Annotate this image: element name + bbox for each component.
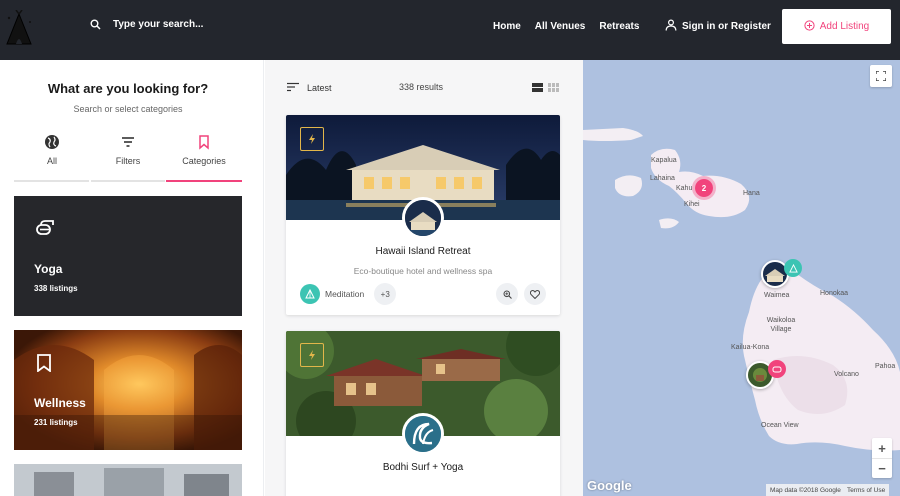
zoom-in-button[interactable]: +	[872, 438, 892, 458]
user-icon	[665, 19, 677, 34]
tab-filters[interactable]: Filters	[90, 132, 166, 182]
fullscreen-icon	[876, 71, 886, 81]
logo[interactable]	[4, 9, 34, 46]
map-label-honokaa: Honokaa	[820, 290, 849, 297]
map-label-kapalua: Kapalua	[651, 157, 677, 164]
heart-icon[interactable]	[524, 283, 546, 305]
map-panel[interactable]: Kapalua Lahaina Kahu Kihei Hana Waimea H…	[583, 60, 900, 496]
results-count: 338 results	[399, 82, 444, 92]
category-count: 231 listings	[34, 418, 78, 427]
plus-circle-icon	[804, 19, 815, 34]
listing-footer: Meditation +3	[300, 283, 546, 305]
category-card-partial[interactable]	[14, 464, 242, 496]
map-label-volcano: Volcano	[834, 371, 859, 378]
fullscreen-button[interactable]	[870, 65, 892, 87]
tab-all[interactable]: All	[14, 132, 90, 182]
listing-toolbar: Latest 338 results	[265, 78, 583, 98]
bookmark-icon	[36, 354, 52, 377]
grid-view-icon[interactable]	[548, 83, 559, 94]
nav-retreats[interactable]: Retreats	[599, 21, 639, 32]
map-label-lahaina: Lahaina	[650, 175, 675, 182]
yoga-mat-icon	[768, 360, 786, 378]
map-label-kahu: Kahu	[676, 185, 693, 192]
zoom-out-button[interactable]: −	[872, 458, 892, 478]
top-header: Home All Venues Retreats Sign in or Regi…	[0, 0, 900, 60]
signin-link[interactable]: Sign in or Register	[665, 19, 771, 34]
add-listing-button[interactable]: Add Listing	[782, 9, 891, 44]
view-toggle	[532, 83, 559, 94]
sort-icon	[287, 82, 299, 94]
tab-active-underline	[166, 180, 242, 182]
zoom-controls: + −	[872, 438, 892, 478]
listing-avatar	[402, 413, 444, 455]
tab-underline	[14, 180, 89, 182]
tab-filters-label: Filters	[115, 156, 141, 166]
tab-all-label: All	[46, 156, 57, 166]
search-input[interactable]	[113, 19, 313, 30]
filter-icon	[90, 134, 166, 150]
category-name: Wellness	[34, 396, 86, 410]
meditation-icon	[784, 259, 802, 277]
nav-all-venues[interactable]: All Venues	[535, 21, 586, 32]
header-search	[90, 19, 313, 30]
category-count: 338 listings	[34, 284, 78, 293]
tab-underline	[91, 180, 165, 182]
category-name: Yoga	[34, 262, 63, 276]
map-label-waikoloa: Waikoloa Village	[766, 317, 796, 333]
map-label-kihei: Kihei	[684, 201, 700, 208]
map-label-kailua-kona: Kailua-Kona	[731, 344, 770, 351]
sort-label: Latest	[307, 83, 332, 93]
panel-tabs: All Filters Categories	[14, 132, 242, 182]
featured-badge-icon	[300, 343, 324, 367]
bookmark-icon	[166, 134, 242, 150]
sort-dropdown[interactable]: Latest	[287, 82, 332, 94]
category-card-wellness[interactable]: Wellness 231 listings	[14, 330, 242, 450]
listing-description: Eco-boutique hotel and wellness spa	[353, 266, 493, 276]
panel-title: What are you looking for?	[47, 81, 209, 96]
wellness-background-image	[14, 330, 242, 450]
listing-tag[interactable]: Meditation	[325, 289, 364, 299]
add-listing-label: Add Listing	[819, 21, 870, 32]
map-attribution: Map data ©2018 Google Terms of Use	[766, 484, 890, 496]
listing-title[interactable]: Bodhi Surf + Yoga	[286, 462, 560, 473]
nav-home[interactable]: Home	[493, 21, 521, 32]
search-icon[interactable]	[90, 19, 101, 30]
panel-subtitle: Search or select categories	[73, 104, 183, 114]
globe-icon	[14, 134, 90, 150]
map-label-pahoa: Pahoa	[875, 363, 896, 370]
category-card-yoga[interactable]: Yoga 338 listings	[14, 196, 242, 316]
terms-link[interactable]: Terms of Use	[847, 487, 885, 494]
category-panel: What are you looking for? Search or sele…	[0, 60, 264, 496]
list-view-icon[interactable]	[532, 83, 543, 94]
main-nav: Home All Venues Retreats	[493, 21, 639, 32]
listing-card[interactable]: Bodhi Surf + Yoga	[286, 331, 560, 496]
google-logo: Google	[587, 478, 632, 493]
map-label-hana: Hana	[743, 190, 760, 197]
listing-card[interactable]: Hawaii Island Retreat Eco-boutique hotel…	[286, 115, 560, 315]
listing-avatar	[402, 197, 444, 239]
map-land-shapes	[583, 128, 900, 451]
featured-badge-icon	[300, 127, 324, 151]
map-cluster-marker[interactable]: 2	[692, 176, 716, 200]
tab-categories-label: Categories	[182, 156, 226, 166]
tab-categories[interactable]: Categories	[166, 132, 242, 182]
meditation-icon	[300, 284, 320, 304]
signin-label: Sign in or Register	[682, 21, 771, 32]
zoom-in-icon[interactable]	[496, 283, 518, 305]
map-data-text: Map data ©2018 Google	[770, 486, 841, 494]
map-label-waimea: Waimea	[764, 292, 790, 299]
yoga-mat-icon	[36, 220, 56, 241]
more-tags-badge[interactable]: +3	[374, 283, 397, 305]
listing-title[interactable]: Hawaii Island Retreat	[286, 246, 560, 257]
listings-column: Latest 338 results Hawaii Island Retreat…	[265, 60, 583, 496]
map-label-ocean-view: Ocean View	[761, 422, 799, 429]
category-background-image	[14, 464, 242, 496]
